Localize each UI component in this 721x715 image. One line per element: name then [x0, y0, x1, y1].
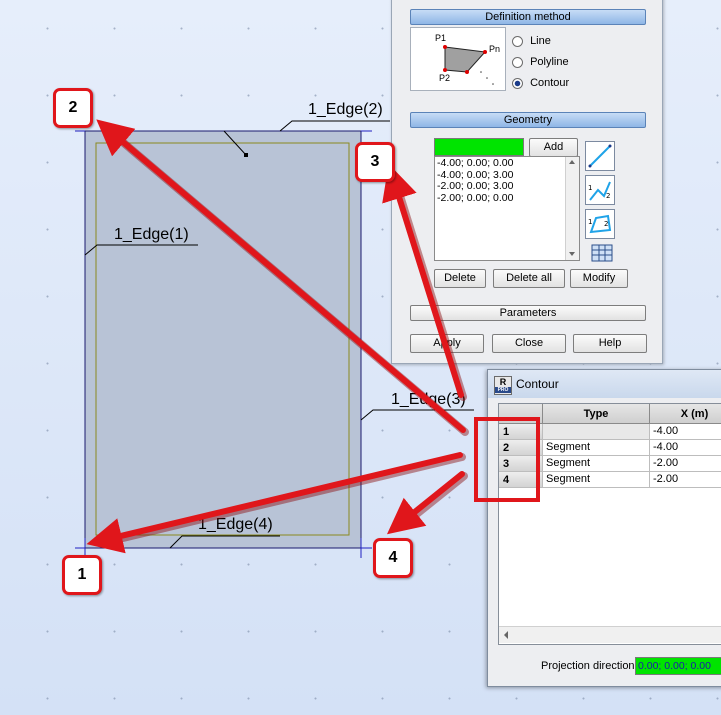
contour-title: Contour	[516, 377, 559, 391]
row-number[interactable]: 2	[499, 440, 543, 456]
row-number[interactable]: 1	[499, 424, 543, 440]
callout-2: 2	[53, 88, 93, 128]
radio-label: Polyline	[530, 56, 569, 68]
scroll-up-icon[interactable]	[569, 160, 575, 164]
contour-table[interactable]: Type X (m) 1 -4.00 2 Segment -4.00 3 Seg…	[498, 403, 721, 645]
list-scrollbar[interactable]	[565, 157, 579, 260]
definition-dialog: Definition method P1 Pn P2 Line Polyline…	[391, 0, 663, 364]
table-cell-type[interactable]: Segment	[543, 472, 650, 488]
column-header-x[interactable]: X (m)	[650, 404, 721, 424]
parameters-button[interactable]: Parameters	[410, 305, 646, 321]
table-cell-x[interactable]: -2.00	[650, 456, 721, 472]
row-number[interactable]: 3	[499, 456, 543, 472]
radio-icon[interactable]	[512, 56, 523, 68]
callout-3: 3	[355, 142, 395, 182]
edge-label-1: 1_Edge(1)	[114, 226, 189, 243]
projection-direction-field[interactable]: 0.00; 0.00; 0.00	[635, 657, 721, 675]
svg-text:2: 2	[606, 192, 610, 200]
svg-text:1: 1	[588, 184, 592, 192]
radio-label: Line	[530, 35, 551, 47]
points-list[interactable]: -4.00; 0.00; 0.00 -4.00; 0.00; 3.00 -2.0…	[434, 156, 580, 261]
delete-all-button[interactable]: Delete all	[493, 269, 565, 288]
svg-text:2: 2	[604, 220, 608, 228]
help-button[interactable]: Help	[573, 334, 647, 353]
app-icon: R PRO	[494, 376, 512, 395]
leader-edge2	[279, 120, 390, 132]
polyline-tool-icon: 1 2	[588, 181, 611, 201]
contour-dialog: R PRO Contour Type X (m) 1 -4.00 2 Segme…	[487, 369, 721, 687]
scroll-left-icon[interactable]	[504, 631, 508, 639]
point-input-field[interactable]	[434, 138, 524, 156]
scroll-down-icon[interactable]	[569, 252, 575, 256]
geometry-header[interactable]: Geometry	[410, 112, 646, 128]
contour-tool-button[interactable]: 1 2	[585, 209, 615, 239]
row-number[interactable]: 4	[499, 472, 543, 488]
table-button[interactable]	[591, 244, 613, 265]
preview-label-p2: P2	[439, 73, 451, 83]
callout-4: 4	[373, 538, 413, 578]
list-item[interactable]: -2.00; 0.00; 0.00	[437, 192, 513, 205]
close-button[interactable]: Close	[492, 334, 566, 353]
radio-polyline[interactable]: Polyline	[512, 56, 569, 68]
callout-1: 1	[62, 555, 102, 595]
radio-icon[interactable]	[512, 35, 523, 47]
method-preview: P1 Pn P2	[410, 27, 506, 91]
preview-label-p1: P1	[435, 33, 447, 43]
modify-button[interactable]: Modify	[570, 269, 628, 288]
add-button[interactable]: Add	[529, 138, 578, 157]
table-cell-x[interactable]: -2.00	[650, 472, 721, 488]
delete-button[interactable]: Delete	[434, 269, 486, 288]
list-item[interactable]: -2.00; 0.00; 3.00	[437, 180, 513, 193]
table-cell-x[interactable]: -4.00	[650, 440, 721, 456]
panel-rect[interactable]	[84, 130, 362, 549]
preview-label-pn: Pn	[489, 44, 501, 54]
edge-label-2: 1_Edge(2)	[308, 101, 383, 118]
panel-point	[244, 153, 248, 157]
table-corner	[499, 404, 543, 424]
table-cell-x[interactable]: -4.00	[650, 424, 721, 440]
list-item[interactable]: -4.00; 0.00; 0.00	[437, 157, 513, 170]
table-cell-type[interactable]: Segment	[543, 440, 650, 456]
svg-text:1: 1	[588, 218, 592, 226]
projection-label: Projection direction	[541, 660, 635, 672]
table-cell-type[interactable]: Segment	[543, 456, 650, 472]
edge-label-3: 1_Edge(3)	[391, 391, 466, 408]
line-tool-button[interactable]	[585, 141, 615, 171]
radio-selected-icon[interactable]	[512, 77, 523, 89]
leader-edge3	[360, 409, 474, 421]
contour-preview-icon	[443, 45, 494, 85]
table-cell-type[interactable]	[543, 424, 650, 440]
line-tool-icon	[588, 144, 612, 168]
edge-label-4: 1_Edge(4)	[198, 516, 273, 533]
contour-tool-icon: 1 2	[588, 214, 612, 234]
apply-button[interactable]: Apply	[410, 334, 484, 353]
radio-label: Contour	[530, 77, 570, 89]
table-icon	[591, 244, 613, 262]
definition-method-header[interactable]: Definition method	[410, 9, 646, 25]
contour-titlebar[interactable]: R PRO Contour	[488, 370, 721, 398]
radio-line[interactable]: Line	[512, 35, 551, 47]
polyline-tool-button[interactable]: 1 2	[585, 175, 615, 205]
radio-contour[interactable]: Contour	[512, 77, 569, 89]
table-hscrollbar[interactable]	[499, 626, 721, 643]
column-header-type[interactable]: Type	[543, 404, 650, 424]
